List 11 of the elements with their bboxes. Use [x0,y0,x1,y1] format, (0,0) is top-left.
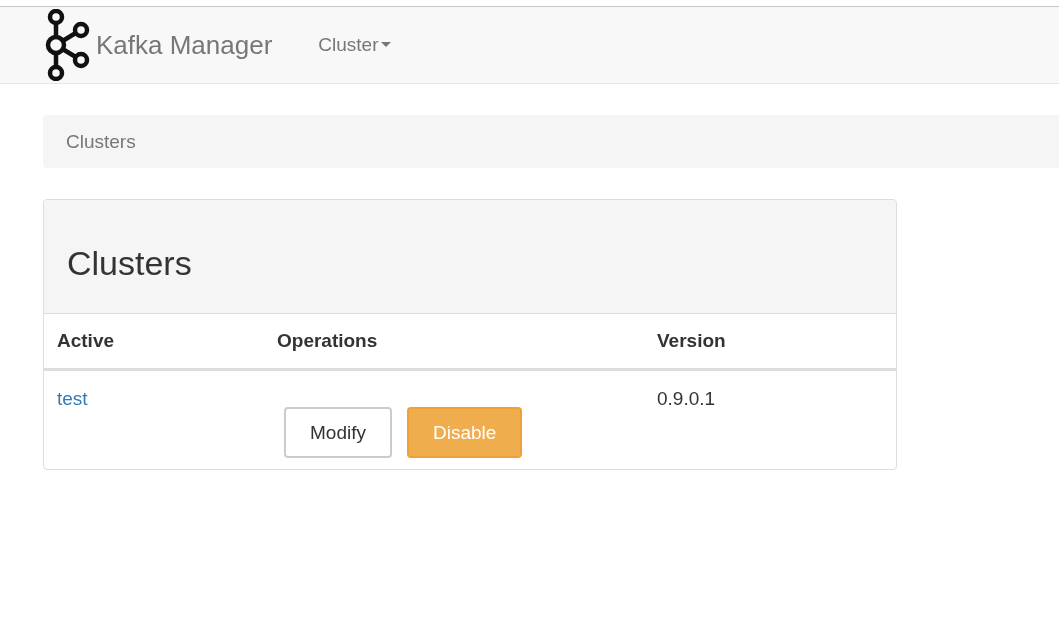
column-header: Version [644,314,896,370]
cluster-link[interactable]: test [57,388,88,409]
panel-title: Clusters [67,243,192,283]
caret-icon [380,42,391,48]
modify-button[interactable]: Modify [284,407,392,458]
column-header: Operations [264,314,644,370]
breadcrumb-item: Clusters [66,130,136,153]
cluster-menu[interactable]: Cluster [318,34,391,56]
table-cell: 0.9.0.1 [644,369,896,469]
brand-link[interactable]: Kafka Manager [44,9,273,81]
column-header: Active [44,314,264,370]
